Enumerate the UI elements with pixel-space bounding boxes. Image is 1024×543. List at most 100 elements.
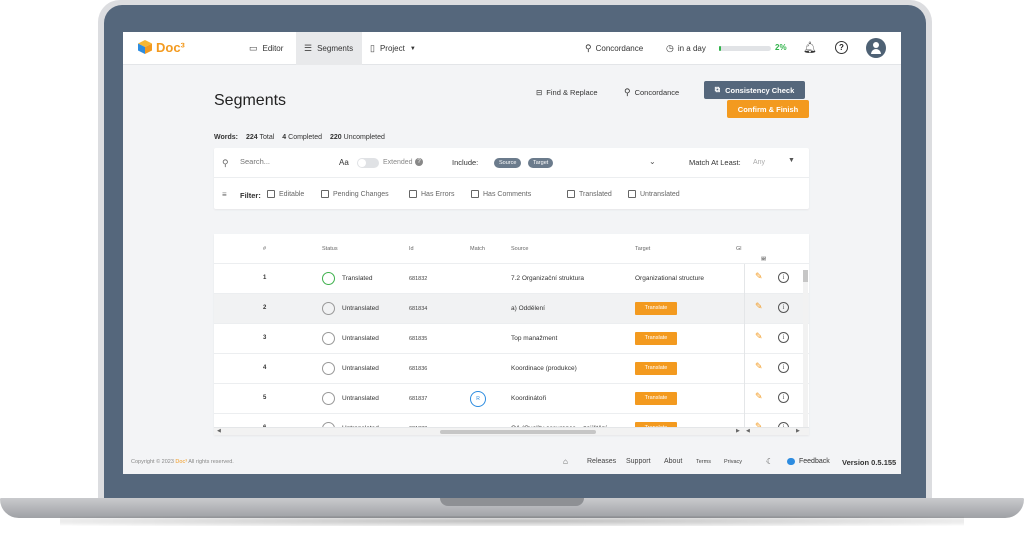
footer-link-about[interactable]: About [664,458,682,465]
divider [744,384,745,414]
vertical-scrollbar[interactable] [803,270,808,430]
nav-project-label: Project [379,44,405,53]
divider [744,324,745,354]
pencil-icon[interactable]: ✎ [755,331,763,342]
filter-label: Filter: [240,191,261,200]
checkbox[interactable] [628,190,636,198]
column-header-source[interactable]: Source [511,246,528,252]
progress-percent: 2% [775,43,787,52]
nav-concordance[interactable]: ⚲ Concordance [585,32,643,65]
scroll-left-icon[interactable]: ◀ [746,428,750,434]
match-badge[interactable]: R [470,391,486,407]
feedback-button[interactable]: Feedback [787,458,830,465]
words-uncompleted: 220 [330,134,342,141]
status-icon [322,392,335,405]
deadline-label: in a day [677,44,706,53]
pencil-icon[interactable]: ✎ [755,361,763,372]
info-icon[interactable]: i [778,362,789,373]
info-icon[interactable]: i [778,272,789,283]
checkbox[interactable] [267,190,275,198]
filter-has-errors[interactable]: Has Errors [409,190,454,198]
translate-button[interactable]: Translate [635,332,677,345]
concordance-button[interactable]: ⚲ Concordance [624,84,679,100]
concordance-label: Concordance [634,87,680,97]
scroll-right-icon[interactable]: ▶ [796,428,800,434]
confirm-finish-button[interactable]: Confirm & Finish [727,100,809,118]
match-at-least-select[interactable]: Any [753,159,765,166]
row-source[interactable]: Koordinátoři [511,395,546,402]
translate-button[interactable]: Translate [635,302,677,315]
include-label: Include: [452,158,479,167]
column-header-glossary[interactable]: Gl [736,246,742,252]
consistency-check-button[interactable]: ⧉ Consistency Check [704,81,805,99]
column-header-match[interactable]: Match [470,246,485,252]
filter-has-comments[interactable]: Has Comments [471,190,531,198]
checkbox[interactable] [471,190,479,198]
help-icon[interactable]: ? [415,158,423,166]
scroll-left-icon[interactable]: ◀ [217,428,221,434]
translate-button[interactable]: Translate [635,392,677,405]
row-source[interactable]: Top manažment [511,335,557,342]
bell-icon[interactable]: 🔔︎ [803,41,817,54]
table-row[interactable]: 3 Untranslated 681835 Top manažment Translat… [214,324,809,354]
table-row[interactable]: 4 Untranslated 681836 Koordinace (produkce)… [214,354,809,384]
footer-link-releases[interactable]: Releases [587,458,616,465]
include-source-chip[interactable]: Source [494,158,522,168]
filter-untranslated[interactable]: Untranslated [628,190,680,198]
avatar[interactable] [866,38,886,58]
column-header-status[interactable]: Status [322,246,338,252]
progress-fill [719,46,721,51]
footer-link-terms[interactable]: Terms [696,459,711,465]
info-icon[interactable]: i [778,392,789,403]
scroll-right-icon[interactable]: ▶ [736,428,740,434]
words-total: 224 [245,134,258,141]
filter-pending-changes[interactable]: Pending Changes [321,190,389,198]
scroll-thumb[interactable] [440,430,596,434]
nav-project[interactable]: ▯ Project ▼ [362,32,424,65]
filter-editable[interactable]: Editable [267,190,304,198]
table-row[interactable]: 1 Translated 681832 7.2 Organizační struktu… [214,264,809,294]
table-row[interactable]: 5 Untranslated 681837 R Koordinátoři Translat… [214,384,809,414]
status-icon [322,302,335,315]
row-number: 4 [263,365,267,371]
find-replace-button[interactable]: ⊟ Find & Replace [536,84,598,100]
checkbox[interactable] [567,190,575,198]
table-row[interactable]: 2 Untranslated 681834 a) Oddělení Translate ✎… [214,294,809,324]
pencil-icon[interactable]: ✎ [755,301,763,312]
row-source[interactable]: a) Oddělení [511,305,545,312]
nav-editor-label: Editor [262,44,284,53]
translate-button[interactable]: Translate [635,362,677,375]
help-icon[interactable]: ? [835,41,848,54]
column-header-target[interactable]: Target [635,246,650,252]
column-header-id[interactable]: Id [409,246,414,252]
column-header-num[interactable]: # [263,246,266,252]
chevron-down-icon[interactable]: ⌄ [649,157,656,166]
row-target[interactable]: Organizational structure [635,275,704,282]
include-target-chip[interactable]: Target [528,158,554,168]
extended-toggle[interactable] [357,158,379,168]
row-source[interactable]: Koordinace (produkce) [511,365,577,372]
scroll-thumb[interactable] [803,270,808,282]
row-source[interactable]: 7.2 Organizační struktura [511,275,584,282]
pencil-icon[interactable]: ✎ [755,391,763,402]
checkbox[interactable] [321,190,329,198]
footer-link-support[interactable]: Support [626,458,651,465]
logo[interactable]: Doc³ [137,39,185,55]
more-icon[interactable]: ⋯ [761,256,767,262]
horizontal-scrollbar[interactable]: ◀ ▶ ◀ ▶ [214,427,809,435]
info-icon[interactable]: i [778,332,789,343]
moon-icon[interactable]: ☾ [766,457,773,466]
info-icon[interactable]: i [778,302,789,313]
nav-editor[interactable]: ▭ Editor [241,32,291,65]
filter-translated[interactable]: Translated [567,190,612,198]
nav-segments[interactable]: ☰ Segments [296,32,362,65]
footer-link-privacy[interactable]: Privacy [724,459,742,465]
search-input[interactable] [240,157,320,166]
laptop-notch [440,498,584,506]
case-sensitive-toggle[interactable]: Aa [339,158,349,167]
row-number: 3 [263,335,267,341]
pencil-icon[interactable]: ✎ [755,271,763,282]
caret-down-icon[interactable]: ▼ [788,157,795,164]
checkbox[interactable] [409,190,417,198]
home-icon[interactable]: ⌂ [563,457,568,466]
